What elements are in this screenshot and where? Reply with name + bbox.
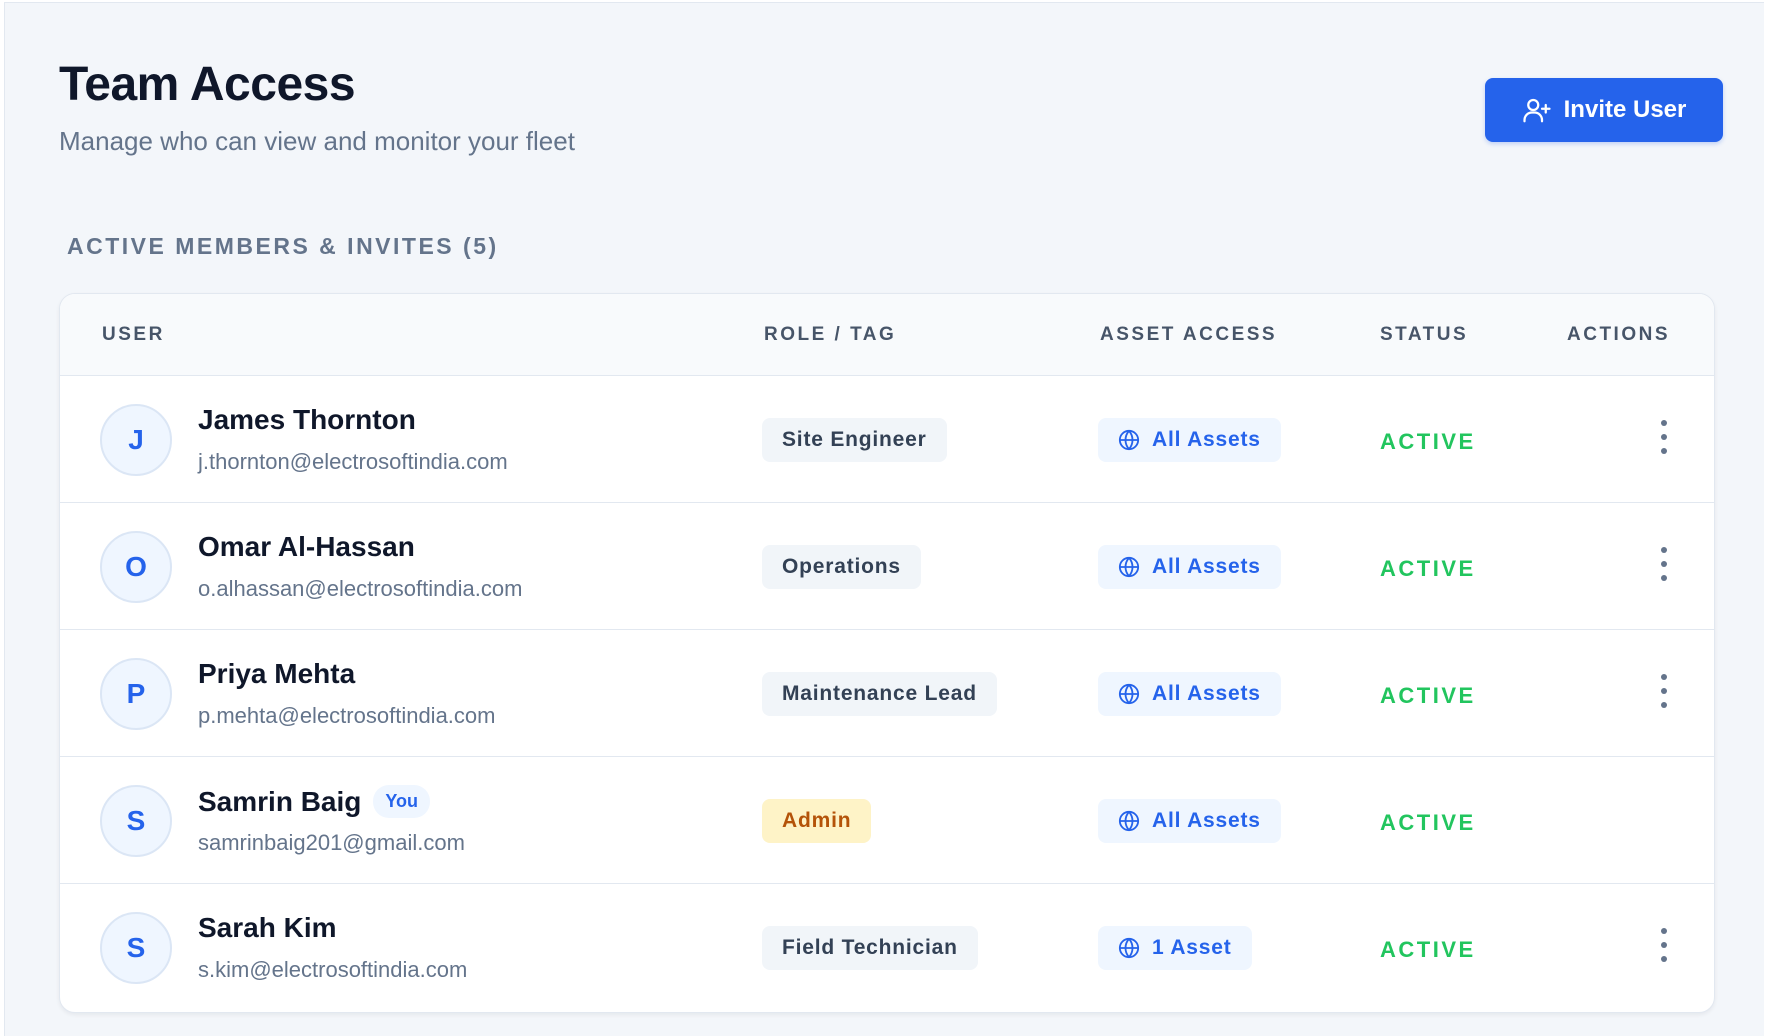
avatar: S [100,912,172,984]
status-badge: ACTIVE [1380,429,1476,454]
asset-access-label: All Assets [1152,428,1261,451]
you-badge: You [373,785,431,818]
globe-icon [1118,429,1140,451]
asset-access-label: All Assets [1152,682,1261,705]
table-row: S Samrin Baig You samrinbaig201@gmail.co… [60,757,1714,884]
window-edge [1764,0,1768,1036]
status-badge: ACTIVE [1380,683,1476,708]
asset-access-badge: All Assets [1098,545,1281,589]
kebab-menu-icon[interactable] [1654,674,1674,708]
user-name-text: Sarah Kim [198,912,337,943]
page-title: Team Access [59,58,356,111]
globe-icon [1118,937,1140,959]
asset-access-badge: 1 Asset [1098,926,1252,970]
user-name-text: Samrin Baig [198,785,362,817]
column-header-user: USER [102,324,165,345]
table-row: P Priya Mehta p.mehta@electrosoftindia.c… [60,630,1714,757]
user-name: Priya Mehta [198,658,355,690]
status-badge: ACTIVE [1380,556,1476,581]
user-name: James Thornton [198,404,416,436]
role-tag: Maintenance Lead [762,672,997,716]
role-tag-admin: Admin [762,799,872,843]
table-row: S Sarah Kim s.kim@electrosoftindia.com F… [60,884,1714,1011]
kebab-menu-icon[interactable] [1654,928,1674,962]
column-header-role: ROLE / TAG [764,324,897,345]
globe-icon [1118,810,1140,832]
globe-icon [1118,683,1140,705]
asset-access-badge: All Assets [1098,672,1281,716]
invite-user-label: Invite User [1563,96,1687,123]
table-row: J James Thornton j.thornton@electrosofti… [60,376,1714,503]
avatar: J [100,404,172,476]
table-row: O Omar Al-Hassan o.alhassan@electrosofti… [60,503,1714,630]
user-email: j.thornton@electrosoftindia.com [198,449,508,474]
role-tag: Operations [762,545,921,589]
invite-user-button[interactable]: Invite User [1485,78,1723,142]
role-tag: Field Technician [762,926,978,970]
avatar: S [100,785,172,857]
avatar: O [100,531,172,603]
asset-access-badge: All Assets [1098,799,1281,843]
globe-icon [1118,556,1140,578]
column-header-asset-access: ASSET ACCESS [1100,324,1278,345]
asset-access-label: 1 Asset [1152,936,1232,959]
asset-access-label: All Assets [1152,809,1261,832]
user-name: Sarah Kim [198,912,337,944]
page-header: Team Access Manage who can view and moni… [59,57,1723,167]
asset-access-label: All Assets [1152,555,1261,578]
user-email: samrinbaig201@gmail.com [198,830,465,855]
user-name: Samrin Baig You [198,785,431,818]
user-name: Omar Al-Hassan [198,531,415,563]
kebab-menu-icon[interactable] [1654,420,1674,454]
kebab-menu-icon[interactable] [1654,547,1674,581]
asset-access-badge: All Assets [1098,418,1281,462]
status-badge: ACTIVE [1380,810,1476,835]
status-badge: ACTIVE [1380,937,1476,962]
section-label: ACTIVE MEMBERS & INVITES (5) [67,233,499,259]
user-email: p.mehta@electrosoftindia.com [198,703,496,728]
avatar: P [100,658,172,730]
column-header-actions: ACTIONS [1567,324,1670,345]
user-name-text: Omar Al-Hassan [198,531,415,562]
column-header-status: STATUS [1380,324,1469,345]
members-table: USER ROLE / TAG ASSET ACCESS STATUS ACTI… [59,293,1715,1013]
user-name-text: Priya Mehta [198,658,356,689]
user-name-text: James Thornton [198,404,416,435]
user-email: s.kim@electrosoftindia.com [198,957,468,982]
team-access-page: Team Access Manage who can view and moni… [4,2,1764,1036]
page-subtitle: Manage who can view and monitor your fle… [59,126,575,156]
table-header: USER ROLE / TAG ASSET ACCESS STATUS ACTI… [60,294,1714,376]
user-plus-icon [1523,98,1551,123]
user-email: o.alhassan@electrosoftindia.com [198,576,523,601]
role-tag: Site Engineer [762,418,947,462]
